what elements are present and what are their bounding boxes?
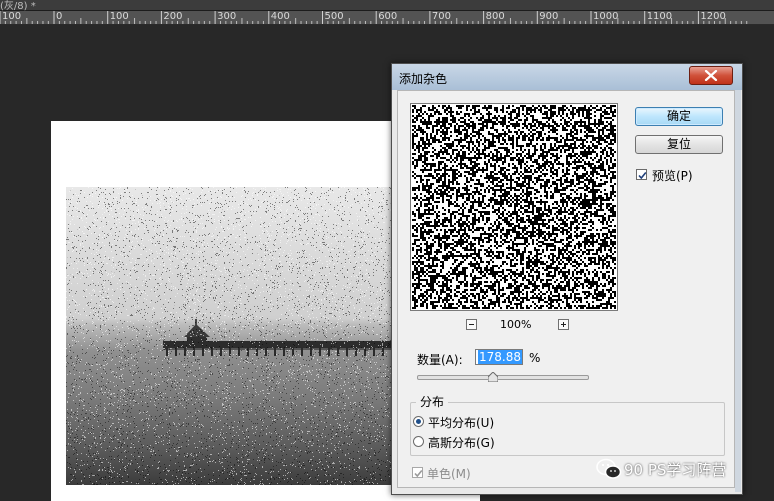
ruler-label: 600: [378, 11, 398, 22]
document-tab[interactable]: (灰/8) *: [0, 0, 774, 12]
ruler-label: 1000: [593, 11, 619, 22]
reset-button[interactable]: 复位: [635, 135, 723, 154]
pier-post: [346, 347, 348, 356]
dialog-title-bar[interactable]: 添加杂色: [392, 64, 742, 90]
preview-window[interactable]: [410, 103, 618, 311]
pier-post: [202, 347, 204, 356]
ruler-label: 0: [56, 11, 63, 22]
close-icon: [704, 70, 718, 81]
ruler-label: 100: [109, 11, 129, 22]
amount-input[interactable]: 178.88: [475, 349, 523, 365]
noise-pattern: [412, 105, 616, 309]
amount-value: 178.88: [478, 350, 522, 364]
grain-light: [66, 187, 391, 485]
photo-layer: [66, 187, 391, 485]
preview-checkbox[interactable]: [636, 169, 647, 180]
photo-noise-overlay: [66, 187, 391, 485]
ruler-label: 200: [163, 11, 183, 22]
ruler-label: 500: [324, 11, 344, 22]
wechat-icon: [596, 458, 622, 479]
zoom-level: 100%: [500, 318, 532, 331]
ok-button[interactable]: 确定: [635, 107, 723, 126]
grain-dark: [66, 187, 391, 485]
ruler-label: 700: [431, 11, 451, 22]
distribution-group-label: 分布: [416, 393, 449, 410]
watermark: 90 PS学习阵营: [596, 456, 772, 482]
ruler-label: 300: [217, 11, 237, 22]
pier-post: [373, 347, 375, 356]
pier-post: [301, 347, 303, 356]
pier-post: [328, 347, 330, 356]
pier-post: [310, 347, 312, 356]
ruler-label: 400: [270, 11, 290, 22]
amount-slider[interactable]: [417, 375, 589, 380]
uniform-radio[interactable]: [413, 416, 424, 427]
ruler-label: 100: [2, 11, 22, 22]
pier-post: [355, 347, 357, 356]
amount-unit: %: [529, 351, 541, 365]
pier-post: [166, 347, 168, 356]
monochromatic-label[interactable]: 单色(M): [427, 465, 471, 482]
zoom-in-button[interactable]: [558, 319, 569, 330]
dialog-scrollbar[interactable]: [735, 90, 741, 492]
pier-post: [238, 347, 240, 356]
ruler-label: 1100: [646, 11, 673, 22]
amount-slider-thumb[interactable]: [488, 372, 498, 382]
watermark-text: 90 PS学习阵营: [624, 461, 727, 479]
pier-silhouette: [163, 319, 391, 356]
pier-post: [265, 347, 267, 356]
ruler-label: 800: [485, 11, 505, 22]
pier-post: [220, 347, 222, 356]
horizontal-ruler: 100 0 100 200 300 400 500 600 700 800 900 1000 1100 1…: [0, 11, 774, 25]
uniform-label[interactable]: 平均分布(U): [428, 414, 494, 431]
pier-post: [193, 347, 195, 356]
checkmark-icon: [638, 171, 647, 180]
gaussian-label[interactable]: 高斯分布(G): [428, 434, 495, 451]
ruler-label: 1200: [700, 11, 726, 22]
ruler-label: 900: [539, 11, 559, 22]
noise-preview-image: [412, 105, 616, 309]
pier-post: [283, 347, 285, 356]
pier-post: [319, 347, 321, 356]
checkmark-icon: [414, 469, 423, 478]
dialog-title: 添加杂色: [399, 72, 448, 86]
monochromatic-checkbox[interactable]: [412, 467, 423, 478]
dialog-body: 100% 确定 复位 预览(P) 数量(A): 178.88 % 分布 平均分布…: [397, 90, 735, 488]
preview-label[interactable]: 预览(P): [652, 167, 693, 184]
zoom-out-button[interactable]: [466, 319, 477, 330]
amount-label: 数量(A):: [417, 353, 463, 367]
add-noise-dialog: 添加杂色 100% 确定 复位 预览(P) 数量(A): 178.88 % 分布…: [391, 63, 743, 495]
close-button[interactable]: [689, 66, 733, 85]
gaussian-radio[interactable]: [413, 436, 424, 447]
